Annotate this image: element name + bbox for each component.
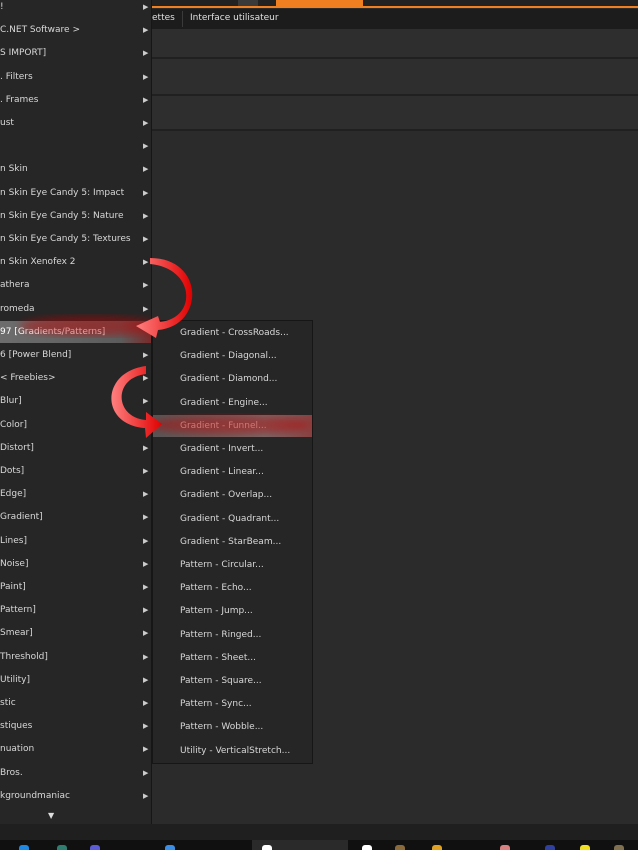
curved-arrow-icon [136, 258, 193, 338]
curved-arrow-icon [111, 366, 162, 438]
annotation-arrows [20, 258, 310, 438]
